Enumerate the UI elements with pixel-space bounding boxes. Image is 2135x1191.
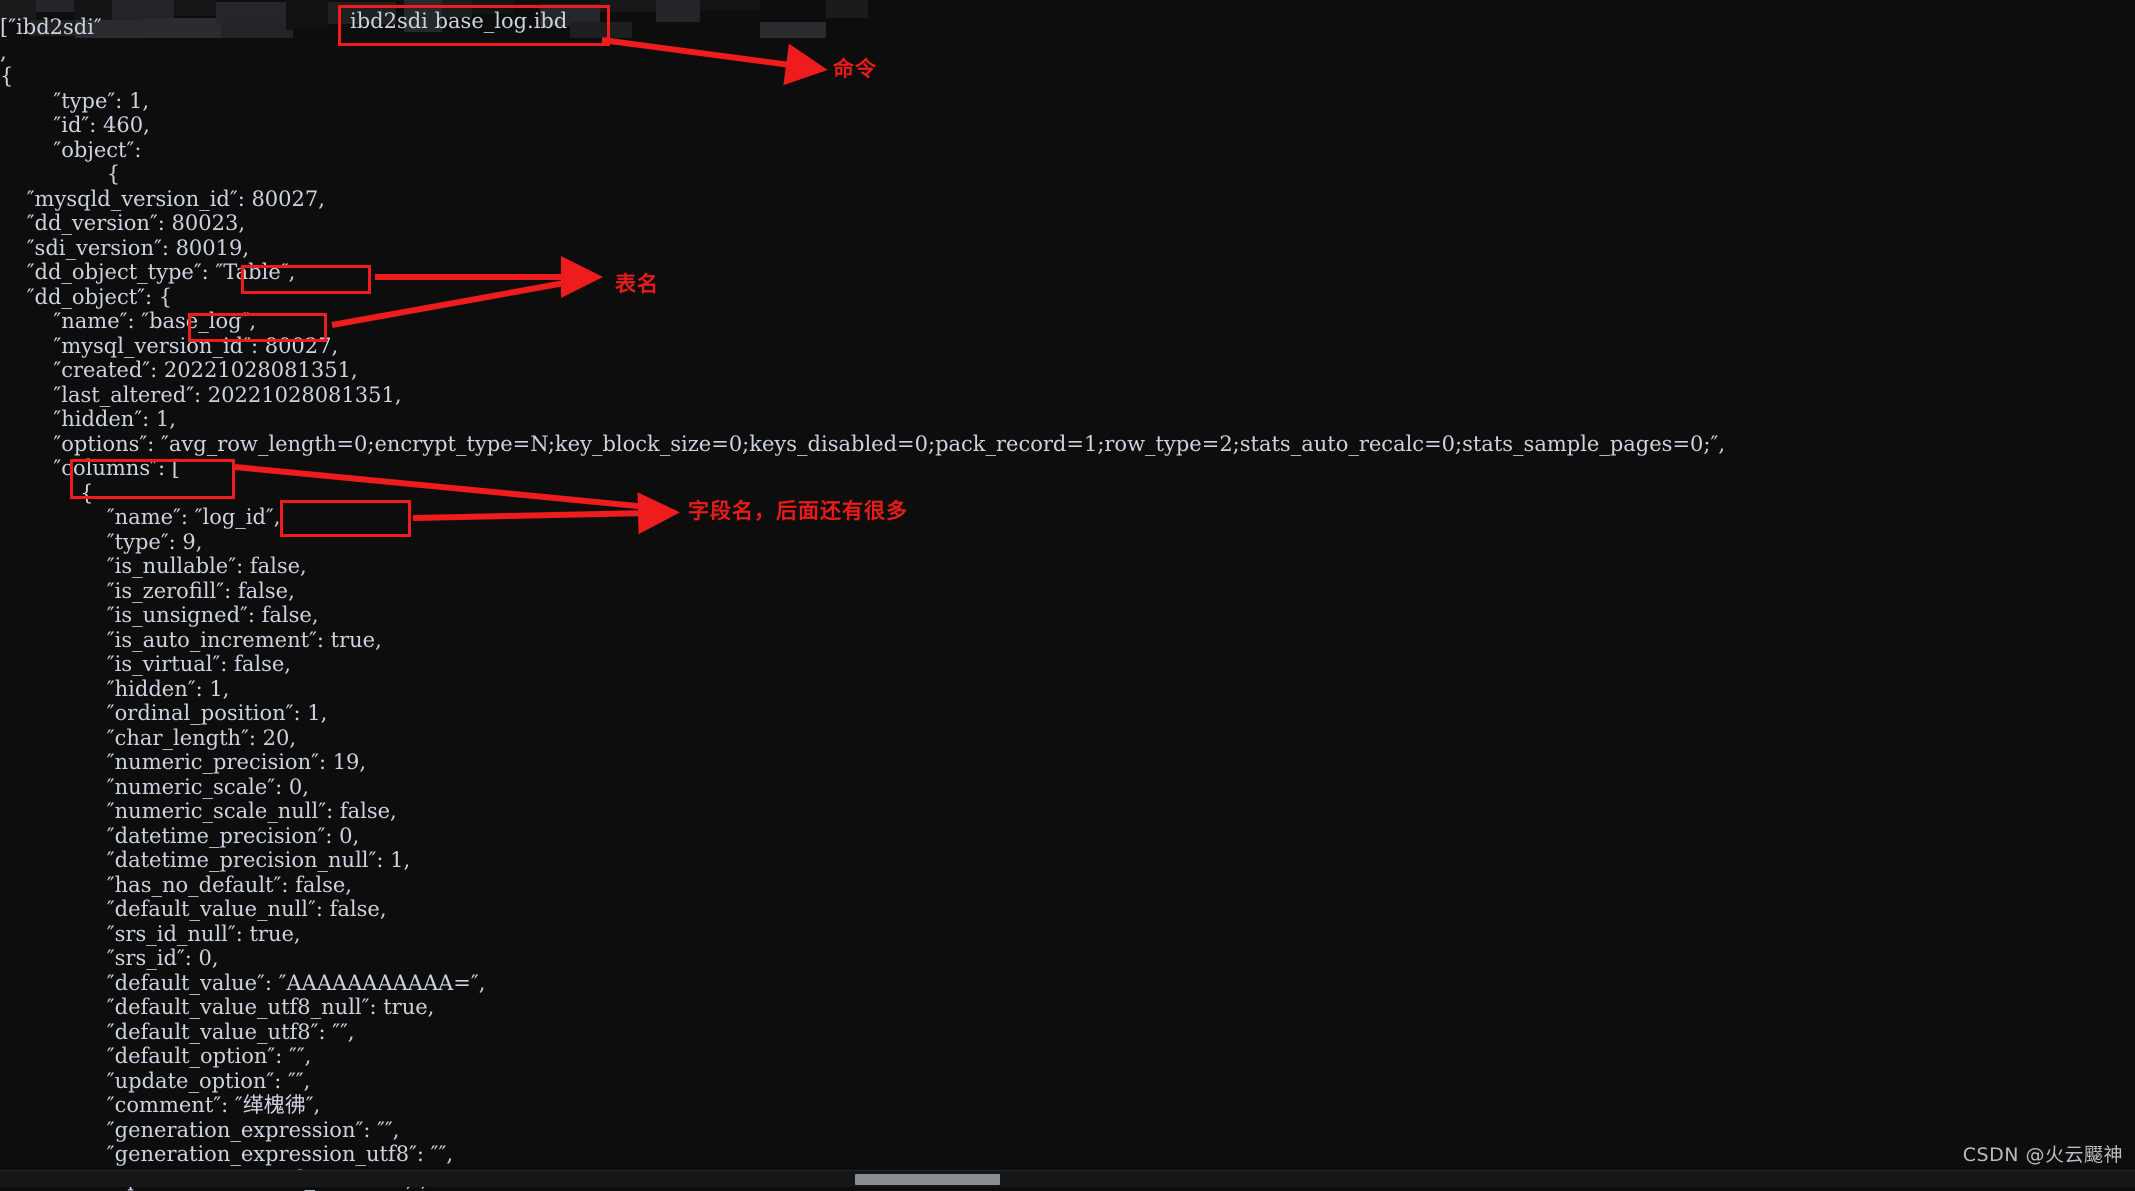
code-line: ″mysql_version_id″: 80027,	[0, 334, 2135, 359]
code-line: ″default_value_utf8_null″: true,	[0, 995, 2135, 1020]
code-line: ″datetime_precision_null″: 1,	[0, 848, 2135, 873]
code-line: ″comment″: ″缂槐彿″,	[0, 1093, 2135, 1118]
code-line: ″hidden″: 1,	[0, 677, 2135, 702]
code-line: ″is_nullable″: false,	[0, 554, 2135, 579]
mosaic-block	[36, 0, 74, 12]
code-line: ″ordinal_position″: 1,	[0, 701, 2135, 726]
code-line: ″dd_object_type″: ″Table″,	[0, 260, 2135, 285]
code-line: ″hidden″: 1,	[0, 407, 2135, 432]
code-line: ″default_value_utf8″: ″″,	[0, 1020, 2135, 1045]
code-line: ″type″: 9,	[0, 530, 2135, 555]
code-line: ″dd_object″: {	[0, 285, 2135, 310]
scrollbar-thumb[interactable]	[855, 1174, 1000, 1185]
watermark: CSDN @火云飋神	[1963, 1140, 2123, 1167]
annotation-label-field-name: 字段名，后面还有很多	[688, 495, 908, 525]
code-line: ″is_virtual″: false,	[0, 652, 2135, 677]
code-line: ″default_value″: ″AAAAAAAAAAA=″,	[0, 971, 2135, 996]
code-line: {	[0, 481, 2135, 506]
code-line: ″dd_version″: 80023,	[0, 211, 2135, 236]
code-line: ″datetime_precision″: 0,	[0, 824, 2135, 849]
code-line: ″sdi_version″: 80019,	[0, 236, 2135, 261]
code-line: ″default_option″: ″″,	[0, 1044, 2135, 1069]
code-line: ″srs_id″: 0,	[0, 946, 2135, 971]
code-line: ,	[0, 40, 2135, 65]
mosaic-block	[700, 0, 760, 10]
code-line: ″generation_expression_utf8″: ″″,	[0, 1142, 2135, 1167]
code-line: ″type″: 1,	[0, 89, 2135, 114]
horizontal-scrollbar[interactable]	[0, 1170, 2135, 1187]
code-line: ″name″: ″log_id″,	[0, 505, 2135, 530]
code-line: ″char_length″: 20,	[0, 726, 2135, 751]
annotation-label-command: 命令	[833, 53, 877, 83]
annotation-label-table-name: 表名	[615, 268, 659, 298]
mosaic-block	[600, 0, 656, 12]
code-line: ″is_zerofill″: false,	[0, 579, 2135, 604]
code-line: {	[0, 64, 2135, 89]
code-line: ″name″: ″base_log″,	[0, 309, 2135, 334]
code-line: ″created″: 20221028081351,	[0, 358, 2135, 383]
code-line: ″default_value_null″: false,	[0, 897, 2135, 922]
code-line: ″mysqld_version_id″: 80027,	[0, 187, 2135, 212]
code-line: ″numeric_scale_null″: false,	[0, 799, 2135, 824]
code-line: ″id″: 460,	[0, 113, 2135, 138]
terminal-window: [″ibd2sdi″,{ ″type″: 1, ″id″: 460, ″obje…	[0, 0, 2135, 1187]
code-line: [″ibd2sdi″	[0, 15, 2135, 40]
code-line: ″is_unsigned″: false,	[0, 603, 2135, 628]
code-line: ″update_option″: ″″,	[0, 1069, 2135, 1094]
code-line: ″generation_expression″: ″″,	[0, 1118, 2135, 1143]
mosaic-block	[174, 0, 216, 16]
code-line: ″srs_id_null″: true,	[0, 922, 2135, 947]
code-line: ″columns″: [	[0, 456, 2135, 481]
code-line: ″object″:	[0, 138, 2135, 163]
code-line: {	[0, 162, 2135, 187]
code-line: ″options″: ″avg_row_length=0;encrypt_typ…	[0, 432, 2135, 457]
code-line: ″last_altered″: 20221028081351,	[0, 383, 2135, 408]
code-line: ″has_no_default″: false,	[0, 873, 2135, 898]
code-line: ″numeric_scale″: 0,	[0, 775, 2135, 800]
command-box-text: ibd2sdi base_log.ibd	[350, 9, 567, 33]
terminal-output[interactable]: [″ibd2sdi″,{ ″type″: 1, ″id″: 460, ″obje…	[0, 15, 2135, 1191]
code-line: ″is_auto_increment″: true,	[0, 628, 2135, 653]
code-line: ″numeric_precision″: 19,	[0, 750, 2135, 775]
